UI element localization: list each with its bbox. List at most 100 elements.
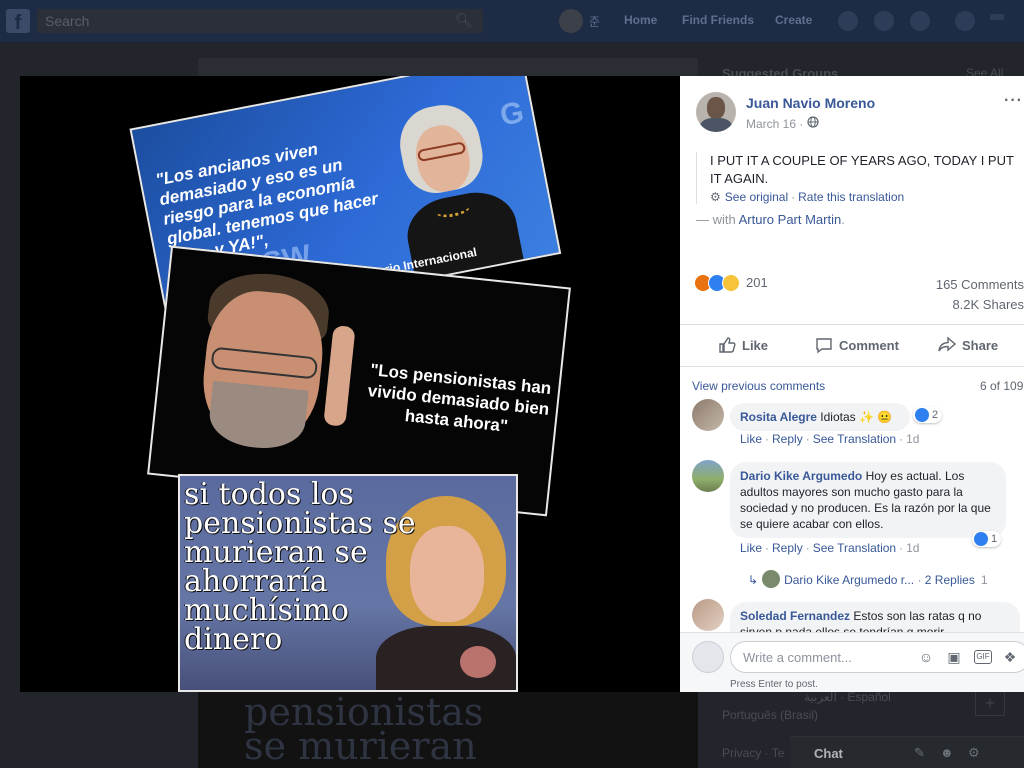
- meme-panel-bottom: si todos los pensionistas se murieran se…: [178, 474, 518, 692]
- translation-row: ⚙ See original · Rate this translation: [710, 190, 905, 204]
- comment-icon: [816, 338, 832, 354]
- nav-create[interactable]: Create: [775, 13, 812, 27]
- see-translation-link[interactable]: See Translation: [813, 541, 896, 555]
- comment-button[interactable]: Comment: [815, 336, 899, 356]
- post-text: I PUT IT A COUPLE OF YEARS AGO, TODAY I …: [710, 153, 1014, 186]
- comment-like-link[interactable]: Like: [740, 432, 762, 446]
- divider: [680, 366, 1024, 367]
- view-previous-comments-link[interactable]: View previous comments: [692, 379, 825, 393]
- gif-icon[interactable]: GIF: [974, 650, 992, 664]
- comment-like-link[interactable]: Like: [740, 541, 762, 555]
- nav-find-friends[interactable]: Find Friends: [682, 13, 754, 27]
- messenger-icon[interactable]: [874, 11, 894, 31]
- like-reaction-icon: [974, 532, 988, 546]
- reply-avatar: [762, 570, 781, 588]
- rate-translation-link[interactable]: Rate this translation: [798, 190, 904, 204]
- post-details-panel: Juan Navio Moreno March 16 · ··· I PUT I…: [680, 76, 1024, 692]
- comment-like-count[interactable]: 1: [972, 531, 1002, 547]
- comment-avatar[interactable]: [692, 460, 724, 492]
- meme-brand-logo: G: [497, 95, 527, 133]
- search-input[interactable]: [37, 9, 437, 33]
- notifications-icon[interactable]: [910, 11, 930, 31]
- translation-settings-icon[interactable]: ⚙: [710, 190, 721, 204]
- comment-avatar[interactable]: [692, 599, 724, 631]
- nav-home[interactable]: Home: [624, 13, 657, 27]
- profile-name[interactable]: 준: [589, 13, 600, 30]
- background-add-language-button[interactable]: +: [975, 690, 1005, 716]
- profile-avatar[interactable]: [559, 9, 583, 33]
- chat-label[interactable]: Chat: [814, 746, 843, 761]
- friends-icon[interactable]: [838, 11, 858, 31]
- post-body: I PUT IT A COUPLE OF YEARS AGO, TODAY I …: [696, 152, 1016, 204]
- group-chat-icon[interactable]: ☻: [940, 746, 954, 760]
- author-avatar[interactable]: [696, 92, 736, 132]
- tagged-user-link[interactable]: Arturo Part Martin: [739, 212, 842, 227]
- share-label: Share: [962, 338, 999, 353]
- comment-author-link[interactable]: Dario Kike Argumedo: [740, 469, 862, 483]
- like-label: Like: [742, 338, 769, 353]
- background-post-image: pensionistas se murieran: [198, 692, 698, 768]
- camera-icon[interactable]: ▣: [946, 649, 962, 665]
- share-icon: [938, 336, 956, 352]
- with-prefix: — with: [696, 212, 736, 227]
- comment-label: Comment: [839, 338, 899, 353]
- composer-avatar: [692, 641, 724, 673]
- emoji-icon[interactable]: ☺: [918, 649, 934, 665]
- person-photo-man: [157, 259, 359, 497]
- more-options-icon[interactable]: ···: [1004, 92, 1023, 110]
- globe-icon: [807, 116, 819, 128]
- background-language-row[interactable]: العربية · Español: [804, 690, 891, 704]
- meme-image: G "Los ancianos viven demasiado y eso es…: [129, 76, 571, 692]
- reaction-count[interactable]: 201: [746, 275, 768, 290]
- share-button[interactable]: Share: [938, 336, 998, 356]
- account-menu-icon[interactable]: [990, 14, 1004, 28]
- comment-composer: ☺ ▣ GIF ❖ Press Enter to post.: [680, 632, 1024, 692]
- background-language-link[interactable]: Português (Brasil): [722, 708, 818, 722]
- author-name-link[interactable]: Juan Navio Moreno: [746, 95, 875, 111]
- shares-count-link[interactable]: 8.2K Shares: [952, 297, 1024, 312]
- thumbs-up-icon: [719, 337, 736, 353]
- replies-count-link[interactable]: 2 Replies: [925, 573, 975, 587]
- see-translation-link[interactable]: See Translation: [813, 432, 896, 446]
- comment-avatar[interactable]: [692, 399, 724, 431]
- background-image-text-line: se murieran: [244, 724, 477, 768]
- sticker-icon[interactable]: ❖: [1002, 649, 1018, 665]
- facebook-logo-icon[interactable]: f: [6, 9, 30, 34]
- comment-author-link[interactable]: Soledad Fernandez: [740, 609, 850, 623]
- meme-quote-middle: "Los pensionistas han vivido demasiado b…: [366, 360, 553, 436]
- comment-like-number: 2: [932, 409, 939, 421]
- help-icon[interactable]: [955, 11, 975, 31]
- background-post-card: [198, 58, 698, 78]
- background-privacy-links[interactable]: Privacy · Te: [722, 746, 784, 760]
- press-enter-hint: Press Enter to post.: [730, 679, 818, 690]
- comment-reply-link[interactable]: Reply: [772, 541, 803, 555]
- with-suffix: .: [841, 212, 845, 227]
- meme-quote-bottom: si todos los pensionistas se murieran se…: [184, 477, 416, 657]
- view-replies-row[interactable]: ↳ Dario Kike Argumedo r... · 2 Replies 1: [748, 570, 988, 588]
- comment-timestamp[interactable]: 1d: [906, 541, 919, 555]
- comments-count-link[interactable]: 165 Comments: [936, 277, 1024, 292]
- photo-viewer[interactable]: G "Los ancianos viven demasiado y eso es…: [20, 76, 680, 692]
- search-box[interactable]: 🔍︎: [37, 9, 483, 33]
- comment-timestamp[interactable]: 1d: [906, 432, 919, 446]
- comment-author-link[interactable]: Rosita Alegre: [740, 410, 817, 424]
- sad-reaction-icon: [722, 274, 740, 292]
- like-button[interactable]: Like: [718, 336, 768, 356]
- comment-text: Idiotas ✨ 😐: [820, 410, 893, 424]
- top-navigation-bar: f 🔍︎ 준 Home Find Friends Create: [0, 0, 1024, 42]
- comments-page-count: 6 of 109: [980, 379, 1024, 393]
- comment-like-number: 1: [991, 533, 998, 545]
- reply-timestamp: 1: [980, 573, 988, 587]
- post-timestamp[interactable]: March 16 ·: [746, 117, 803, 131]
- reply-author-link[interactable]: Dario Kike Argumedo r...: [784, 573, 914, 587]
- comment-actions: Like · Reply · See Translation · 1d: [740, 541, 920, 555]
- divider: [680, 324, 1024, 325]
- chat-bar[interactable]: Chat ✎ ☻ ⚙: [790, 736, 1024, 768]
- comment-reply-link[interactable]: Reply: [772, 432, 803, 446]
- see-original-link[interactable]: See original: [725, 190, 788, 204]
- chat-settings-icon[interactable]: ⚙: [968, 746, 982, 760]
- comment-actions: Like · Reply · See Translation · 1d: [740, 432, 920, 446]
- new-message-icon[interactable]: ✎: [914, 746, 928, 760]
- comment-like-count[interactable]: 2: [913, 407, 943, 423]
- search-icon[interactable]: 🔍︎: [455, 12, 473, 30]
